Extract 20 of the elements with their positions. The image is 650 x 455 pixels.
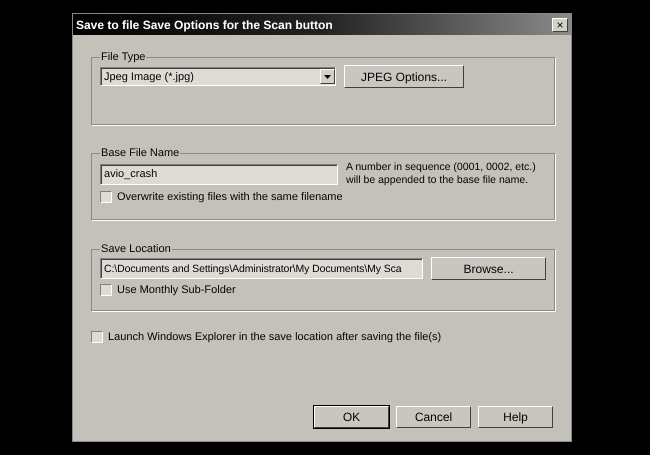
browse-button[interactable]: Browse... [431,257,546,280]
dialog-button[interactable]: OK [314,406,389,428]
dialog-button[interactable]: Cancel [396,406,471,428]
sequence-note: A number in sequence (0001, 0002, etc.) will be appended to the base file name. [346,161,537,187]
file-type-dropdown[interactable]: Jpeg Image (*.jpg) [100,67,336,86]
dialog-button[interactable]: Help [478,406,553,428]
save-path-field[interactable]: C:\Documents and Settings\Administrator\My Documents\My Sca [100,258,424,279]
checkbox-label: Use Monthly Sub-Folder [117,284,236,296]
group-label: File Type [100,51,146,63]
group-label: Base File Name [100,147,180,159]
overwrite-checkbox[interactable] [100,191,112,203]
monthly-checkbox[interactable] [100,284,112,296]
jpeg-options-button[interactable]: JPEG Options... [344,65,464,88]
launch-explorer-checkbox[interactable] [91,331,103,343]
checkbox-label: Launch Windows Explorer in the save location after saving the file(s) [108,331,442,343]
checkbox-label: Overwrite existing files with the same filename [117,191,343,203]
close-button[interactable]: × [552,18,568,32]
window-title: Save to file Save Options for the Scan button [76,18,333,32]
file-name-field[interactable]: avio_crash [100,164,338,184]
group-label: Save Location [100,243,172,255]
